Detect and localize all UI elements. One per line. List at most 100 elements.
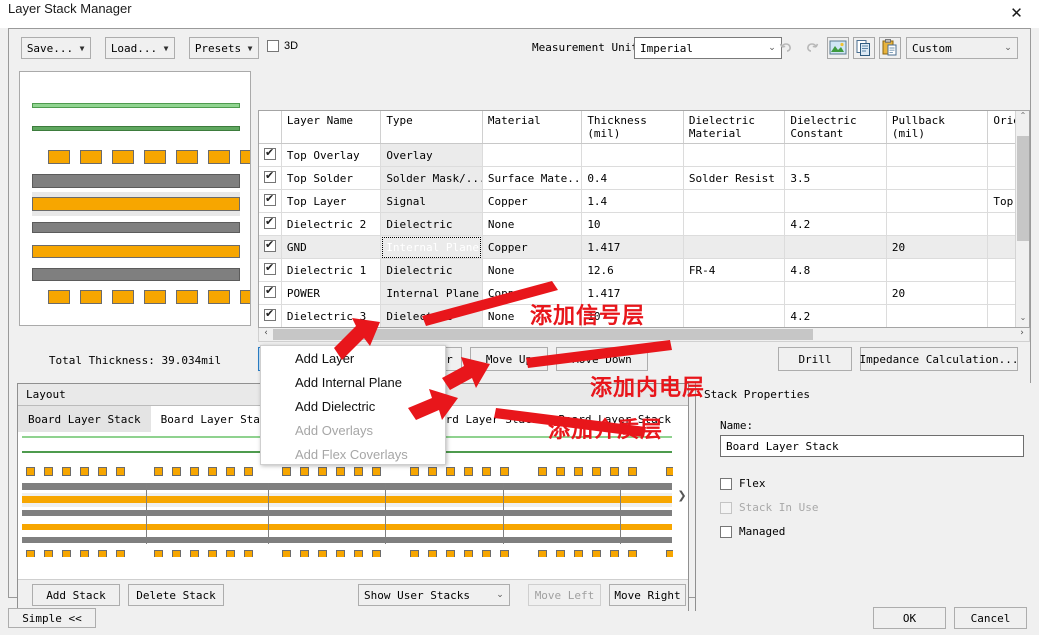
managed-checkbox-row[interactable]: Managed (720, 525, 785, 538)
undo-icon[interactable] (775, 37, 797, 59)
th-thickness[interactable]: Thickness (mil) (581, 111, 684, 144)
flex-checkbox-row[interactable]: Flex (720, 477, 766, 490)
pullback-cell[interactable] (886, 189, 989, 213)
delete-stack-button[interactable]: Delete Stack (128, 584, 224, 606)
th-layer-name[interactable]: Layer Name (281, 111, 382, 144)
3d-toggle[interactable]: 3D (267, 40, 298, 52)
dielectric-material-cell[interactable]: FR-4 (683, 258, 786, 282)
layer-name-cell[interactable]: GND (281, 235, 382, 259)
drill-button[interactable]: Drill (778, 347, 852, 371)
th-type[interactable]: Type (380, 111, 483, 144)
scroll-up-icon[interactable]: ⌃ (1016, 111, 1029, 125)
row-checkbox[interactable] (264, 261, 276, 275)
row-checkbox[interactable] (264, 284, 276, 298)
layer-name-cell[interactable]: Dielectric 1 (281, 258, 382, 282)
layer-type-cell[interactable]: Internal Plane (380, 235, 483, 259)
material-cell[interactable]: Copper (482, 235, 583, 259)
redo-icon[interactable] (801, 37, 823, 59)
table-row[interactable]: Dielectric 2DielectricNone10 4.2 (259, 212, 1029, 236)
close-icon[interactable]: ✕ (994, 0, 1039, 26)
dielectric-material-cell[interactable] (683, 189, 786, 213)
row-enable-cell[interactable] (259, 143, 282, 167)
dielectric-material-cell[interactable] (683, 212, 786, 236)
th-pullback[interactable]: Pullback (mil) (886, 111, 989, 144)
table-row[interactable]: Top SolderSolder Mask/...Surface Mate...… (259, 166, 1029, 190)
paste-icon[interactable] (879, 37, 901, 59)
managed-checkbox[interactable] (720, 525, 732, 538)
pullback-cell[interactable]: 20 (886, 235, 989, 259)
table-row[interactable]: Dielectric 1DielectricNone12.6FR-44.8 (259, 258, 1029, 282)
table-row[interactable]: Top OverlayOverlay (259, 143, 1029, 167)
stack-tab[interactable]: Board Layer Stack (18, 406, 151, 432)
add-stack-button[interactable]: Add Stack (32, 584, 120, 606)
row-enable-cell[interactable] (259, 212, 282, 236)
layer-type-cell[interactable]: Signal (380, 189, 483, 213)
row-checkbox[interactable] (264, 169, 276, 183)
dielectric-constant-cell[interactable] (784, 143, 887, 167)
cancel-button[interactable]: Cancel (954, 607, 1027, 629)
stack-name-input[interactable]: Board Layer Stack (720, 435, 1024, 457)
presets-button[interactable]: Presets ▼ (189, 37, 259, 59)
material-cell[interactable]: None (482, 212, 583, 236)
save-button[interactable]: Save... ▼ (21, 37, 91, 59)
row-checkbox[interactable] (264, 146, 276, 160)
dielectric-constant-cell[interactable] (784, 235, 887, 259)
3d-checkbox[interactable] (267, 40, 279, 52)
thickness-cell[interactable]: 0.4 (581, 166, 684, 190)
layer-type-cell[interactable]: Overlay (380, 143, 483, 167)
simple-view-button[interactable]: Simple << (8, 608, 96, 628)
material-cell[interactable]: Surface Mate... (482, 166, 583, 190)
dielectric-constant-cell[interactable]: 4.8 (784, 258, 887, 282)
pullback-cell[interactable] (886, 166, 989, 190)
thickness-cell[interactable]: 12.6 (581, 258, 684, 282)
dielectric-constant-cell[interactable]: 3.5 (784, 166, 887, 190)
dielectric-material-cell[interactable] (683, 235, 786, 259)
row-enable-cell[interactable] (259, 166, 282, 190)
row-enable-cell[interactable] (259, 304, 282, 327)
row-checkbox[interactable] (264, 215, 276, 229)
material-cell[interactable]: None (482, 258, 583, 282)
table-vertical-scrollbar[interactable]: ⌃ ⌄ (1015, 111, 1029, 327)
th-material[interactable]: Material (482, 111, 583, 144)
load-button[interactable]: Load... ▼ (105, 37, 175, 59)
th-dielectric-material[interactable]: Dielectric Material (683, 111, 786, 144)
scroll-right-icon[interactable]: › (1015, 328, 1029, 340)
row-checkbox[interactable] (264, 238, 276, 252)
move-right-button[interactable]: Move Right (609, 584, 686, 606)
thickness-cell[interactable]: 1.4 (581, 189, 684, 213)
layer-name-cell[interactable]: Top Solder (281, 166, 382, 190)
material-cell[interactable] (482, 143, 583, 167)
thickness-cell[interactable]: 1.417 (581, 235, 684, 259)
layer-name-cell[interactable]: Dielectric 2 (281, 212, 382, 236)
impedance-calculation-button[interactable]: Impedance Calculation... (860, 347, 1018, 371)
row-enable-cell[interactable] (259, 258, 282, 282)
pullback-cell[interactable] (886, 143, 989, 167)
layer-name-cell[interactable]: Top Overlay (281, 143, 382, 167)
row-checkbox[interactable] (264, 307, 276, 321)
layer-type-cell[interactable]: Dielectric (380, 212, 483, 236)
thickness-cell[interactable]: 10 (581, 212, 684, 236)
scroll-left-icon[interactable]: ‹ (259, 328, 273, 340)
table-row[interactable]: GNDInternal PlaneCopper1.417 20 (259, 235, 1029, 259)
material-cell[interactable]: Copper (482, 189, 583, 213)
flex-checkbox[interactable] (720, 477, 732, 490)
measurement-unit-select[interactable]: Imperial ⌄ (634, 37, 782, 59)
dielectric-constant-cell[interactable] (784, 281, 887, 305)
row-enable-cell[interactable] (259, 189, 282, 213)
dielectric-constant-cell[interactable] (784, 189, 887, 213)
thickness-cell[interactable] (581, 143, 684, 167)
ok-button[interactable]: OK (873, 607, 946, 629)
row-enable-cell[interactable] (259, 235, 282, 259)
layer-type-cell[interactable]: Solder Mask/... (380, 166, 483, 190)
layer-name-cell[interactable]: Top Layer (281, 189, 382, 213)
pullback-cell[interactable] (886, 304, 989, 327)
chevron-right-icon[interactable]: ❯ (676, 489, 688, 509)
copy-icon[interactable] (853, 37, 875, 59)
pullback-cell[interactable]: 20 (886, 281, 989, 305)
th-dielectric-constant[interactable]: Dielectric Constant (784, 111, 887, 144)
row-enable-cell[interactable] (259, 281, 282, 305)
dielectric-constant-cell[interactable]: 4.2 (784, 212, 887, 236)
dielectric-material-cell[interactable] (683, 143, 786, 167)
layer-table[interactable]: Layer Name Type Material Thickness (mil)… (258, 110, 1030, 328)
table-row[interactable]: Top LayerSignalCopper1.4Top (259, 189, 1029, 213)
